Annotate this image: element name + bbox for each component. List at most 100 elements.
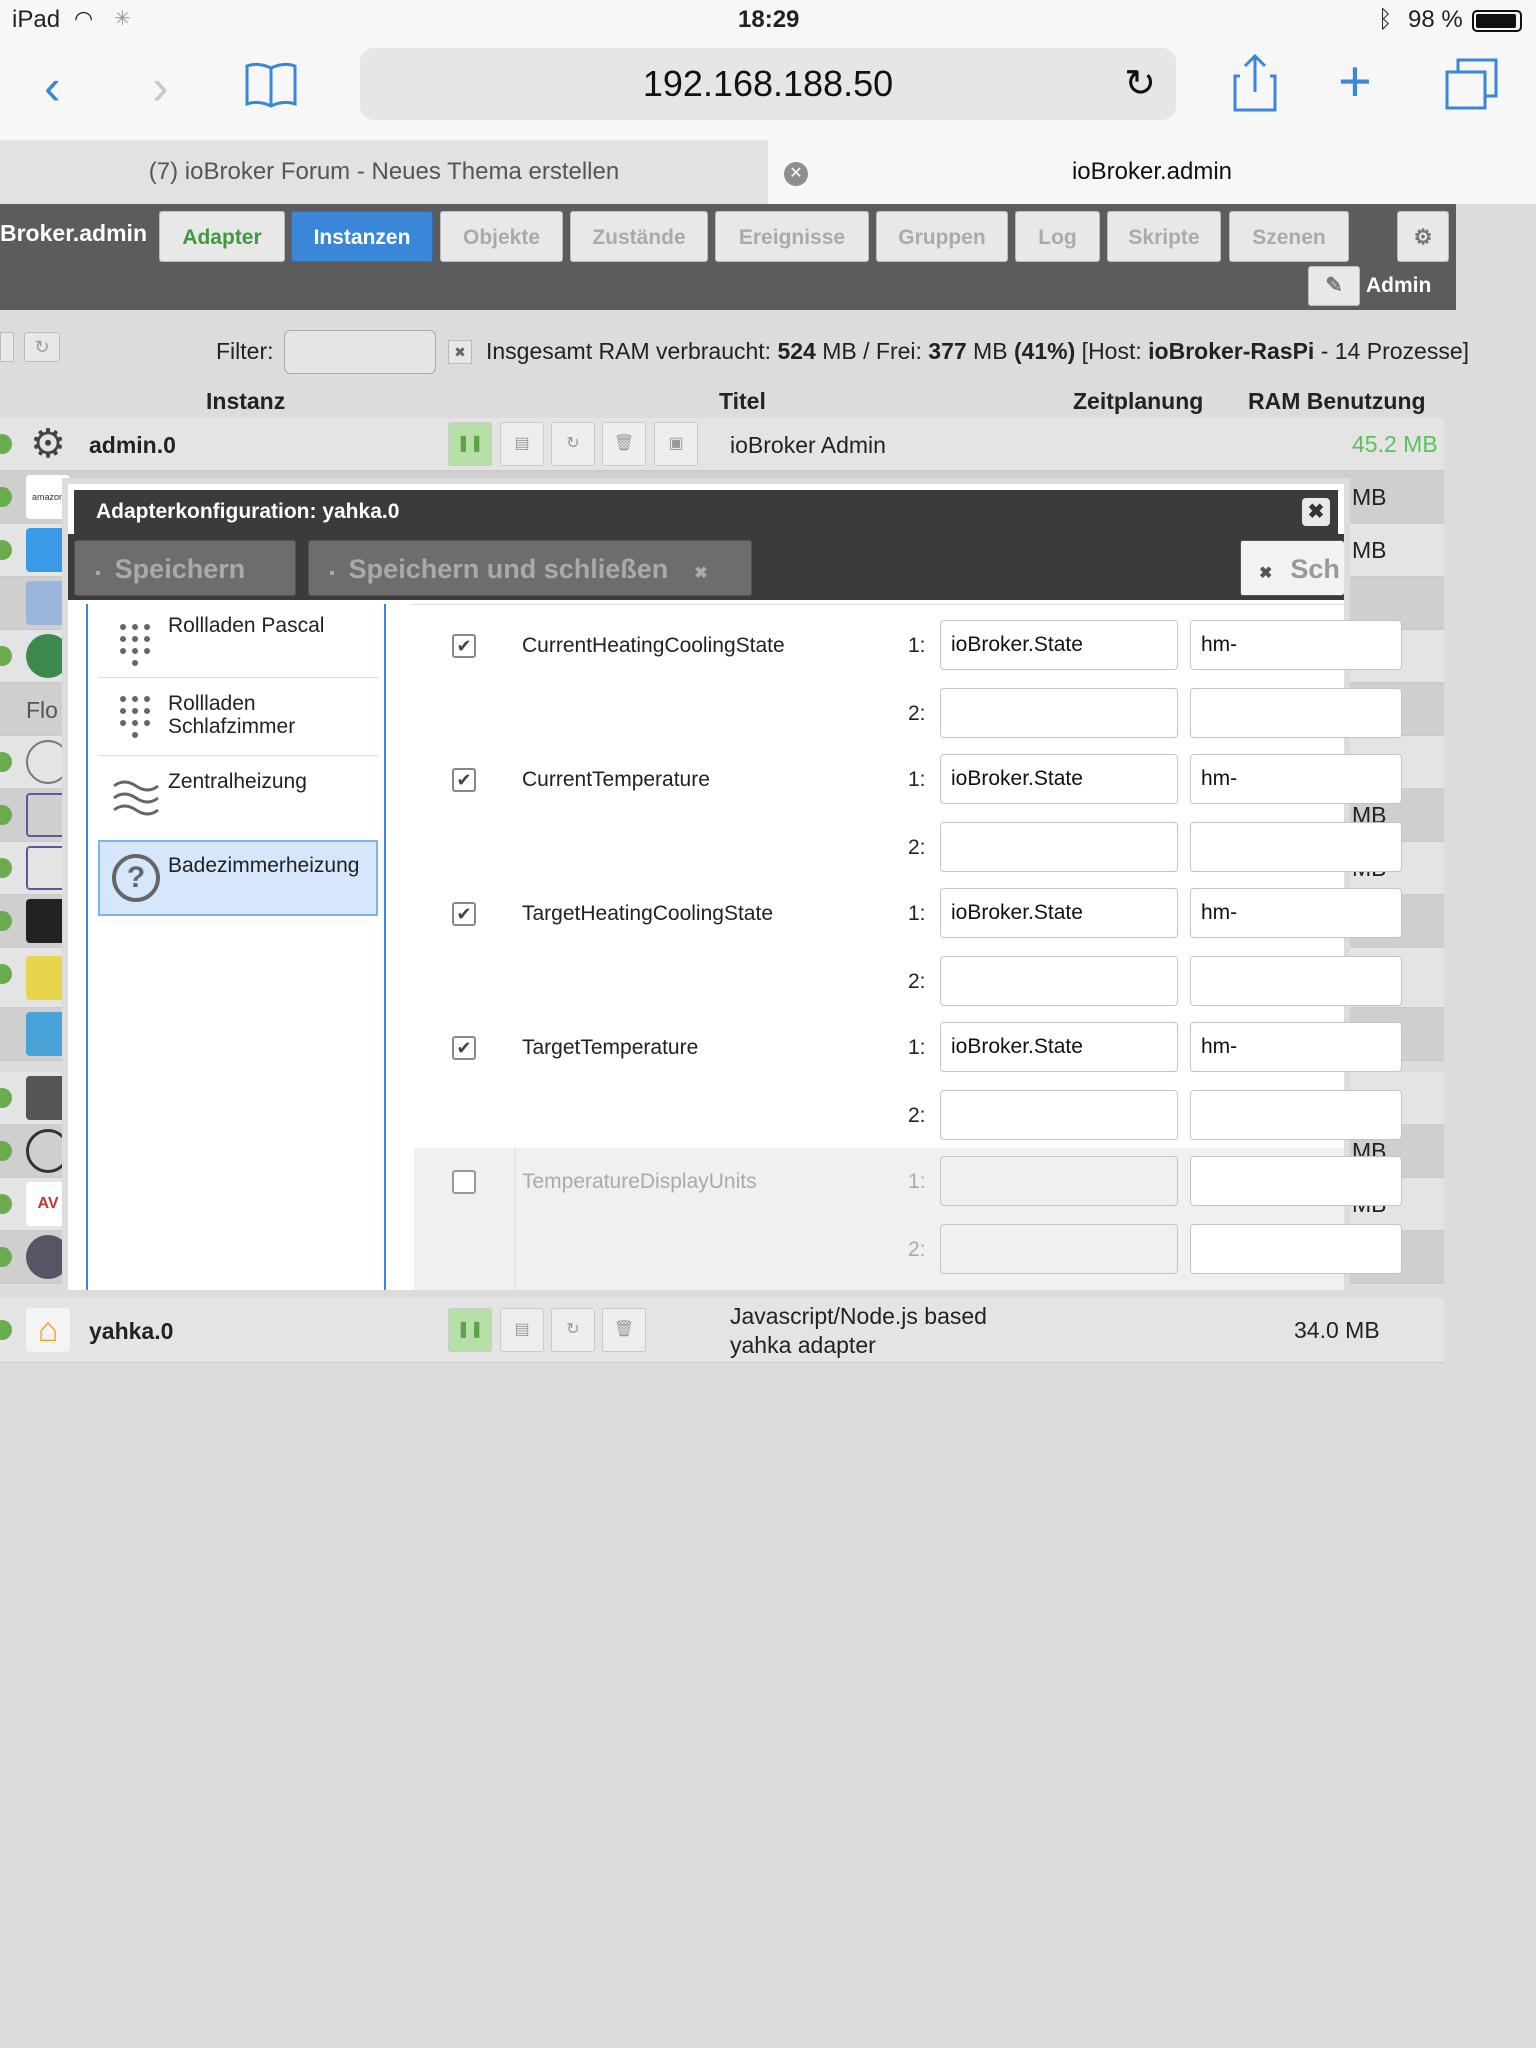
- conversion-params-field[interactable]: [1190, 822, 1402, 872]
- blinds-dots-icon: [120, 696, 150, 738]
- tab-skripte[interactable]: Skripte: [1107, 211, 1221, 262]
- close-tab-icon[interactable]: ✕: [784, 162, 808, 186]
- row-divider: [514, 1148, 516, 1290]
- clock: 18:29: [738, 6, 800, 33]
- bookmarks-icon[interactable]: [244, 60, 298, 110]
- share-icon[interactable]: [1232, 54, 1278, 114]
- instance-name: admin.0: [89, 432, 176, 458]
- log-icon[interactable]: ▤: [500, 422, 544, 466]
- refresh-icon[interactable]: ↻: [24, 332, 60, 362]
- host-suffix: - 14 Prozesse]: [1314, 338, 1470, 364]
- save-disk-icon: ▪: [329, 565, 335, 582]
- ram-value: MB: [1352, 484, 1387, 510]
- table-row[interactable]: ⌂ yahka.0 ❚❚ ▤ ↻ 🗑 Javascript/Node.js ba…: [0, 1298, 1444, 1363]
- ram-value: MB: [1352, 537, 1387, 563]
- tab-adapter[interactable]: Adapter: [159, 211, 285, 262]
- browser-tab-strip: (7) ioBroker Forum - Neues Thema erstell…: [0, 140, 1536, 204]
- device-label: Zentralheizung: [168, 770, 307, 793]
- inout-type-field[interactable]: ioBroker.State: [940, 754, 1178, 804]
- ram-mid: MB: [966, 338, 1014, 364]
- tab-instanzen[interactable]: Instanzen: [291, 211, 433, 262]
- ram-percent: (41%): [1013, 338, 1076, 364]
- table-row[interactable]: ⚙ admin.0 ❚❚ ▤ ↻ 🗑 ▣ ioBroker Admin 45.2…: [0, 418, 1444, 471]
- tab-gruppen[interactable]: Gruppen: [876, 211, 1008, 262]
- tab-log[interactable]: Log: [1015, 211, 1100, 262]
- tabs-overview-icon[interactable]: [1444, 58, 1500, 110]
- inout-type-field[interactable]: [940, 1156, 1178, 1206]
- inout-type-field[interactable]: ioBroker.State: [940, 888, 1178, 938]
- device-label: Rollladen Schlafzimmer: [168, 692, 296, 738]
- url-bar[interactable]: 192.168.188.50 ↻: [360, 48, 1176, 120]
- pause-icon[interactable]: ❚❚: [448, 422, 492, 466]
- tab-szenen[interactable]: Szenen: [1229, 211, 1349, 262]
- characteristic-name: CurrentHeatingCoolingState: [522, 634, 785, 657]
- device-list: Rollladen Pascal Rollladen Schlafzimmer …: [86, 604, 386, 1290]
- conversion-type-field[interactable]: [940, 1224, 1178, 1274]
- status-indicator: [0, 964, 12, 984]
- conversion-type-field[interactable]: [940, 956, 1178, 1006]
- status-indicator: [0, 646, 12, 666]
- web-icon: [26, 1235, 70, 1279]
- save-close-button[interactable]: ▪ Speichern und schließen ✖: [308, 540, 752, 596]
- flow-label: Flo: [26, 697, 58, 723]
- dialog-title-bar: Adapterkonfiguration: yahka.0 ✖: [74, 490, 1338, 534]
- tab-iobroker-forum[interactable]: (7) ioBroker Forum - Neues Thema erstell…: [0, 140, 768, 204]
- conversion-params-field[interactable]: [1190, 956, 1402, 1006]
- instance-table-header: Instanz Titel Zeitplanung RAM Benutzung: [0, 382, 1444, 418]
- conversion-type-field[interactable]: [940, 688, 1178, 738]
- conversion-params-field[interactable]: [1190, 1090, 1402, 1140]
- device-item-rollladen-schlafzimmer[interactable]: Rollladen Schlafzimmer: [98, 680, 378, 756]
- characteristic-checkbox[interactable]: ✔: [452, 1036, 476, 1060]
- col-instanz: Instanz: [206, 388, 286, 414]
- device-item-rollladen-pascal[interactable]: Rollladen Pascal: [98, 604, 378, 678]
- clear-filter-icon[interactable]: ✖: [448, 340, 472, 364]
- edit-pencil-icon[interactable]: ✎: [1308, 266, 1360, 306]
- filter-input[interactable]: [284, 330, 436, 374]
- conversion-type-field[interactable]: [940, 822, 1178, 872]
- conversion-type-field[interactable]: [940, 1090, 1178, 1140]
- restart-icon[interactable]: ↻: [551, 1308, 595, 1352]
- ram-used: 524: [777, 338, 816, 364]
- inout-params-field[interactable]: hm-: [1190, 754, 1402, 804]
- inout-params-field[interactable]: hm-: [1190, 620, 1402, 670]
- conversion-params-field[interactable]: [1190, 688, 1402, 738]
- settings-gear-icon[interactable]: ⚙: [1397, 211, 1449, 262]
- inout-params-field[interactable]: [1190, 1156, 1402, 1206]
- characteristic-checkbox[interactable]: ✔: [452, 902, 476, 926]
- app-brand: Broker.admin: [0, 220, 147, 246]
- restart-icon[interactable]: ↻: [551, 422, 595, 466]
- toolbar-button-partial[interactable]: [0, 332, 14, 362]
- image-icon[interactable]: ▣: [654, 422, 698, 466]
- close-button[interactable]: ✖ Sch: [1240, 540, 1344, 596]
- characteristic-checkbox[interactable]: ✔: [452, 768, 476, 792]
- tab-label: ioBroker.admin: [1071, 158, 1233, 185]
- battery-icon: [1472, 10, 1522, 32]
- characteristic-checkbox[interactable]: ✔: [452, 634, 476, 658]
- inout-type-field[interactable]: ioBroker.State: [940, 620, 1178, 670]
- inout-params-field[interactable]: hm-: [1190, 1022, 1402, 1072]
- device-item-badezimmerheizung[interactable]: ? Badezimmerheizung: [98, 840, 378, 916]
- device-label: Rollladen Pascal: [168, 614, 325, 637]
- dialog-close-icon[interactable]: ✖: [1302, 498, 1330, 526]
- back-icon[interactable]: ‹: [44, 58, 61, 116]
- tab-zustaende[interactable]: Zustände: [570, 211, 708, 262]
- tab-iobroker-admin[interactable]: ioBroker.admin: [768, 140, 1536, 204]
- log-icon[interactable]: ▤: [500, 1308, 544, 1352]
- characteristic-checkbox[interactable]: [452, 1170, 476, 1194]
- delete-icon[interactable]: 🗑: [602, 1308, 646, 1352]
- delete-icon[interactable]: 🗑: [602, 422, 646, 466]
- pause-icon[interactable]: ❚❚: [448, 1308, 492, 1352]
- tab-ereignisse[interactable]: Ereignisse: [715, 211, 869, 262]
- reload-icon[interactable]: ↻: [1124, 48, 1156, 120]
- inout-params-field[interactable]: hm-: [1190, 888, 1402, 938]
- conversion-params-field[interactable]: [1190, 1224, 1402, 1274]
- device-item-zentralheizung[interactable]: Zentralheizung: [98, 758, 378, 834]
- new-tab-icon[interactable]: +: [1338, 48, 1372, 115]
- col-zeitplanung: Zeitplanung: [1073, 388, 1204, 414]
- ram-value: 45.2 MB: [1352, 431, 1438, 457]
- tab-objekte[interactable]: Objekte: [440, 211, 563, 262]
- save-button[interactable]: ▪ Speichern: [74, 540, 296, 596]
- home-icon: ⌂: [26, 1308, 70, 1352]
- inout-type-field[interactable]: ioBroker.State: [940, 1022, 1178, 1072]
- forward-icon[interactable]: ›: [152, 58, 169, 116]
